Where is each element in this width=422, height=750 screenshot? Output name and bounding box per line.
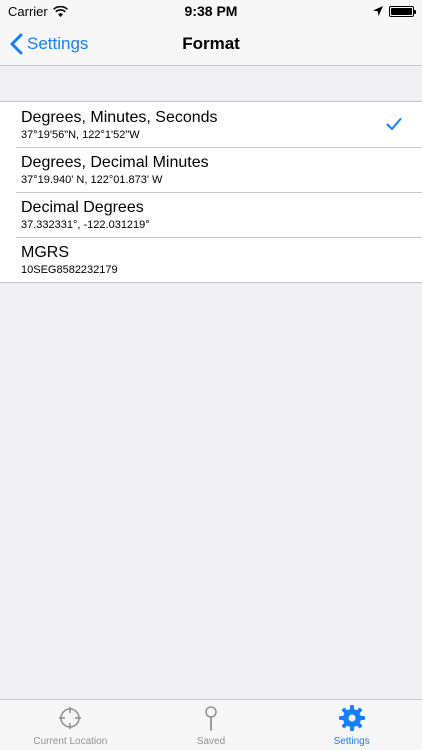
status-bar: Carrier 9:38 PM (0, 0, 422, 22)
format-option-dd[interactable]: Decimal Degrees 37.332331°, -122.031219° (0, 192, 422, 237)
tab-settings[interactable]: Settings (281, 700, 422, 750)
status-right (373, 5, 416, 17)
back-button[interactable]: Settings (10, 22, 88, 66)
wifi-icon (52, 5, 68, 17)
tab-bar: Current Location Saved Settings (0, 699, 422, 750)
format-option-example: 10SEG8582232179 (21, 263, 118, 276)
checkmark-icon (386, 118, 402, 130)
nav-bar: Settings Format (0, 22, 422, 66)
back-button-label: Settings (27, 34, 89, 53)
status-left: Carrier (8, 4, 68, 19)
crosshair-icon (59, 707, 82, 729)
gear-icon (338, 705, 365, 731)
tab-label: Saved (196, 736, 226, 747)
format-option-example: 37°19.940' N, 122°01.873' W (21, 173, 163, 186)
format-option-title: Degrees, Minutes, Seconds (21, 108, 218, 126)
format-option-example: 37.332331°, -122.031219° (21, 218, 150, 231)
battery-icon (389, 5, 416, 17)
format-list: Degrees, Minutes, Seconds 37°19'56"N, 12… (0, 101, 422, 283)
format-option-ddm[interactable]: Degrees, Decimal Minutes 37°19.940' N, 1… (0, 147, 422, 192)
tab-label: Settings (333, 736, 370, 747)
tab-label: Current Location (33, 736, 108, 747)
format-option-dms[interactable]: Degrees, Minutes, Seconds 37°19'56"N, 12… (0, 102, 422, 147)
carrier-label: Carrier (8, 3, 48, 19)
format-option-example: 37°19'56"N, 122°1'52"W (21, 128, 140, 141)
location-arrow-icon (373, 6, 383, 16)
chevron-left-icon (10, 33, 23, 55)
format-option-title: Decimal Degrees (21, 198, 144, 216)
format-option-title: MGRS (21, 243, 69, 261)
pin-icon (205, 706, 217, 731)
tab-saved[interactable]: Saved (141, 700, 282, 750)
format-option-mgrs[interactable]: MGRS 10SEG8582232179 (0, 237, 422, 282)
battery-fill (391, 7, 412, 15)
format-option-title: Degrees, Decimal Minutes (21, 153, 209, 171)
tab-current-location[interactable]: Current Location (0, 700, 141, 750)
